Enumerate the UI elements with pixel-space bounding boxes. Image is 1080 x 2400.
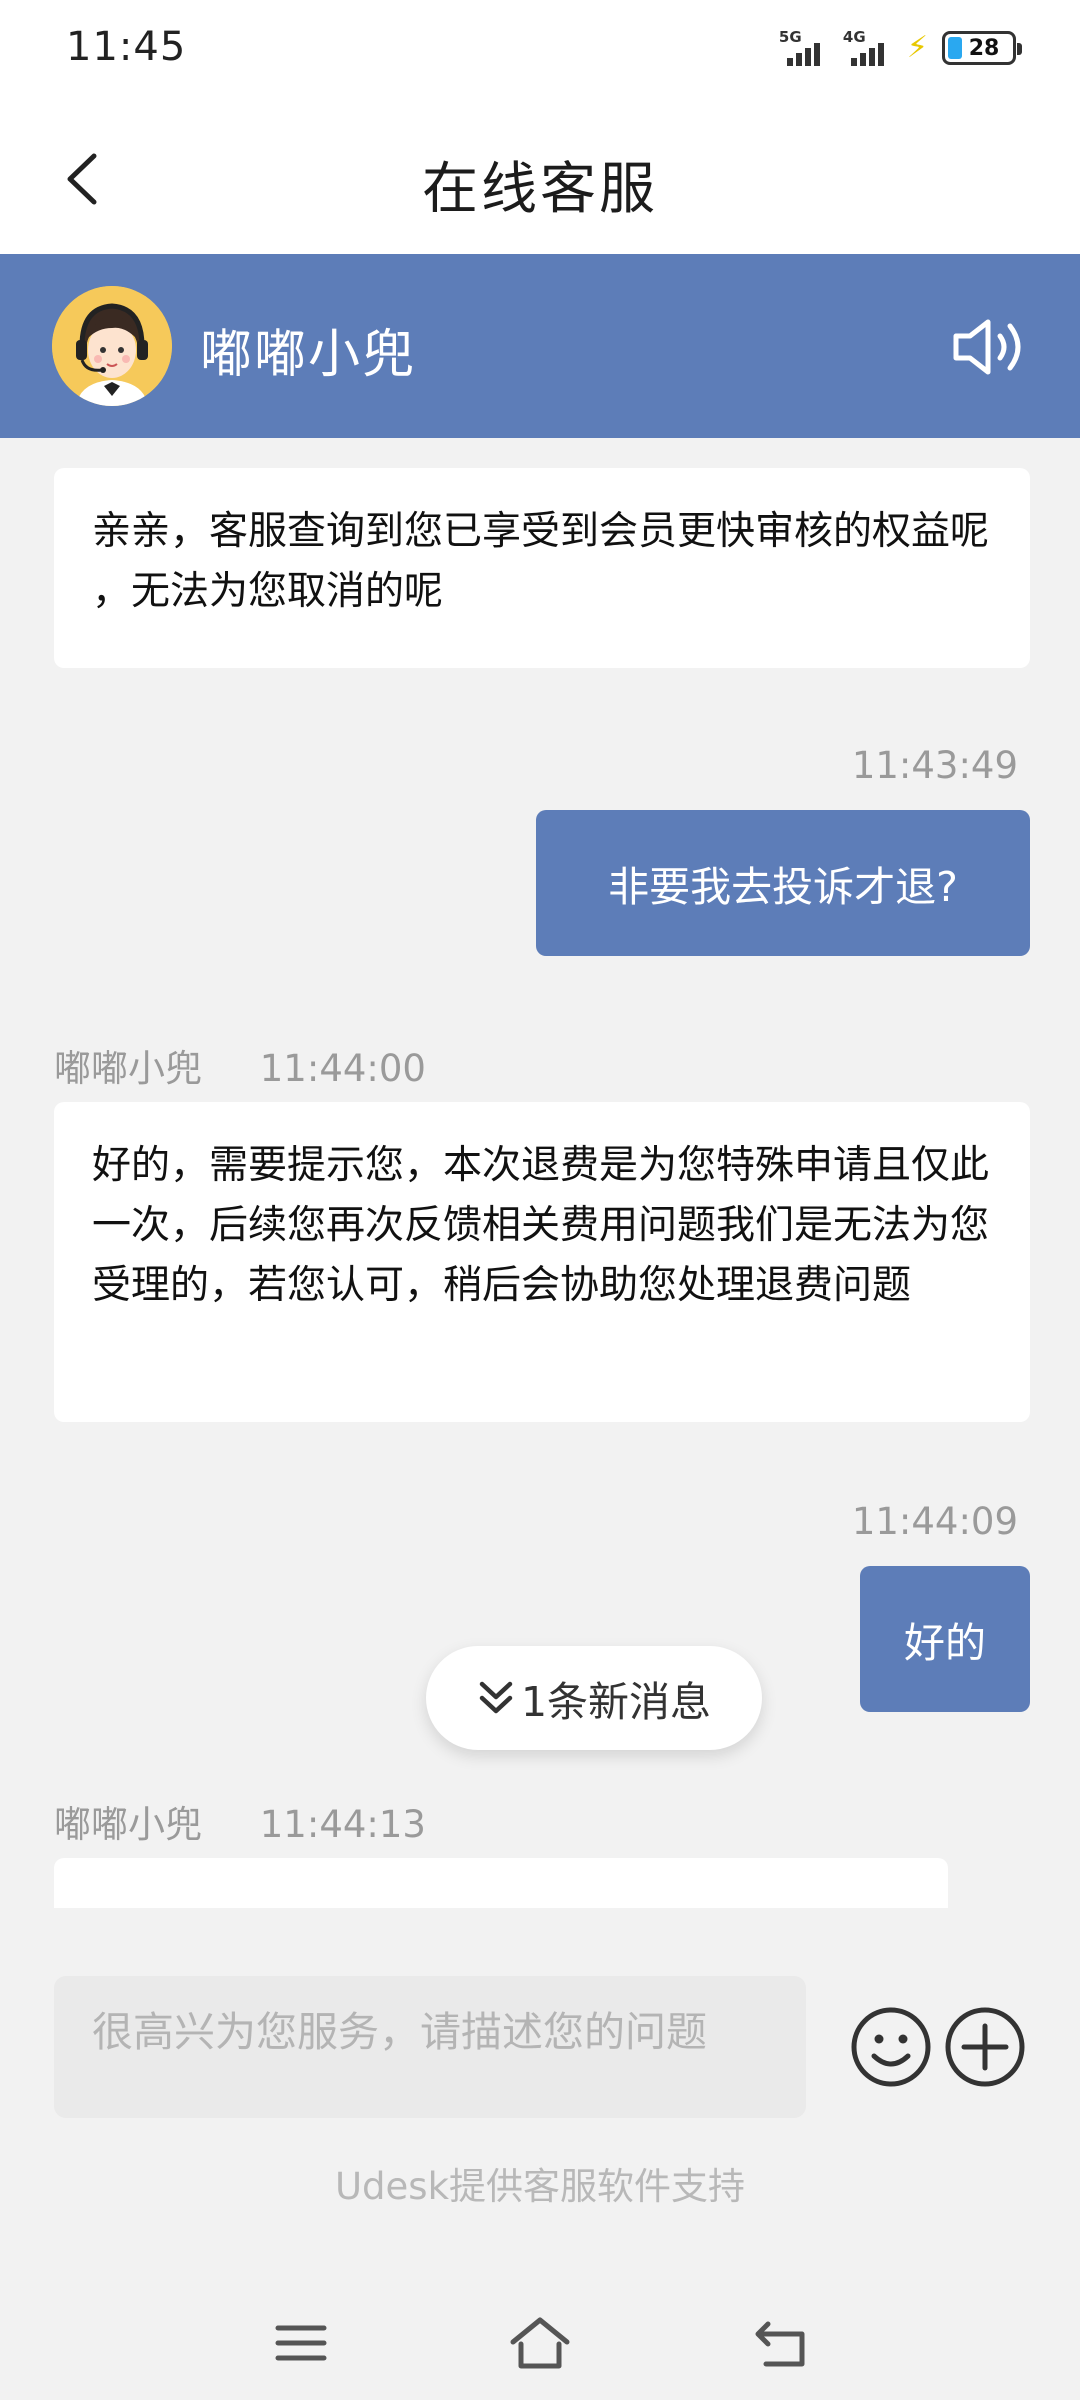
back-nav-button[interactable] bbox=[746, 2312, 816, 2374]
powered-by-text: Udesk提供客服软件支持 bbox=[334, 2165, 746, 2208]
status-time: 11:45 bbox=[66, 24, 187, 70]
message-sender: 嘟嘟小兜 bbox=[54, 1047, 202, 1090]
message-bubble-user: 非要我去投诉才退? bbox=[536, 810, 1030, 956]
message-time: 11:44:13 bbox=[259, 1803, 426, 1846]
home-button[interactable] bbox=[505, 2312, 575, 2374]
speaker-button[interactable] bbox=[950, 314, 1030, 380]
status-icons: 5G 4G ⚡ 28 bbox=[779, 28, 1022, 66]
message-bubble-agent-partial bbox=[54, 1858, 948, 1908]
message-bubble-user: 好的 bbox=[860, 1566, 1030, 1712]
headset-agent-avatar bbox=[52, 286, 172, 406]
message-text: 好的，需要提示您，本次退费是为您特殊申请且仅此一次，后续您再次反馈相关费用问题我… bbox=[92, 1143, 990, 1308]
signal-4g-icon: 4G bbox=[843, 28, 893, 66]
menu-icon bbox=[275, 2325, 327, 2361]
new-message-label: 1条新消息 bbox=[520, 1678, 712, 1726]
title-bar: 在线客服 bbox=[0, 100, 1080, 254]
input-area: 很高兴为您服务，请描述您的问题 Udesk提供客服软件支持 bbox=[0, 1950, 1080, 2290]
menu-button[interactable] bbox=[266, 2312, 336, 2374]
add-button[interactable] bbox=[944, 2006, 1026, 2088]
status-bar: 11:45 5G 4G ⚡ 28 bbox=[0, 0, 1080, 100]
message-text: 非要我去投诉才退? bbox=[608, 863, 958, 911]
back-arrow-icon bbox=[755, 2321, 805, 2367]
agent-name: 嘟嘟小兜 bbox=[200, 325, 417, 385]
smiley-icon bbox=[851, 2007, 931, 2087]
battery-level: 28 bbox=[968, 35, 1000, 61]
message-time: 11:44:00 bbox=[259, 1047, 426, 1090]
plus-circle-icon bbox=[945, 2007, 1025, 2087]
message-bubble-agent: 好的，需要提示您，本次退费是为您特殊申请且仅此一次，后续您再次反馈相关费用问题我… bbox=[54, 1102, 1030, 1422]
system-nav-bar bbox=[0, 2290, 1080, 2400]
new-message-button[interactable]: 1条新消息 bbox=[426, 1646, 762, 1750]
agent-header: 嘟嘟小兜 bbox=[0, 254, 1080, 438]
avatar bbox=[52, 286, 172, 406]
message-time: 11:44:09 bbox=[851, 1500, 1018, 1543]
message-input[interactable]: 很高兴为您服务，请描述您的问题 bbox=[54, 1976, 806, 2118]
charging-icon: ⚡ bbox=[906, 30, 928, 65]
message-bubble-agent: 亲亲，客服查询到您已享受到会员更快审核的权益呢 ，无法为您取消的呢 bbox=[54, 468, 1030, 668]
double-chevron-down-icon bbox=[479, 1681, 513, 1714]
speaker-volume-icon bbox=[953, 319, 1021, 375]
message-text: 亲亲，客服查询到您已享受到会员更快审核的权益呢 ，无法为您取消的呢 bbox=[92, 509, 990, 614]
message-meta: 嘟嘟小兜 11:44:00 bbox=[54, 1038, 426, 1092]
battery-icon: 28 bbox=[942, 31, 1022, 65]
page-title: 在线客服 bbox=[422, 157, 658, 222]
message-time: 11:43:49 bbox=[851, 744, 1018, 787]
signal-5g-icon: 5G bbox=[779, 28, 829, 66]
emoji-button[interactable] bbox=[850, 2006, 932, 2088]
message-meta: 嘟嘟小兜 11:44:13 bbox=[54, 1794, 426, 1848]
message-text: 好的 bbox=[904, 1619, 986, 1667]
message-sender: 嘟嘟小兜 bbox=[54, 1803, 202, 1846]
home-icon bbox=[510, 2317, 570, 2369]
input-placeholder: 很高兴为您服务，请描述您的问题 bbox=[92, 2008, 707, 2056]
